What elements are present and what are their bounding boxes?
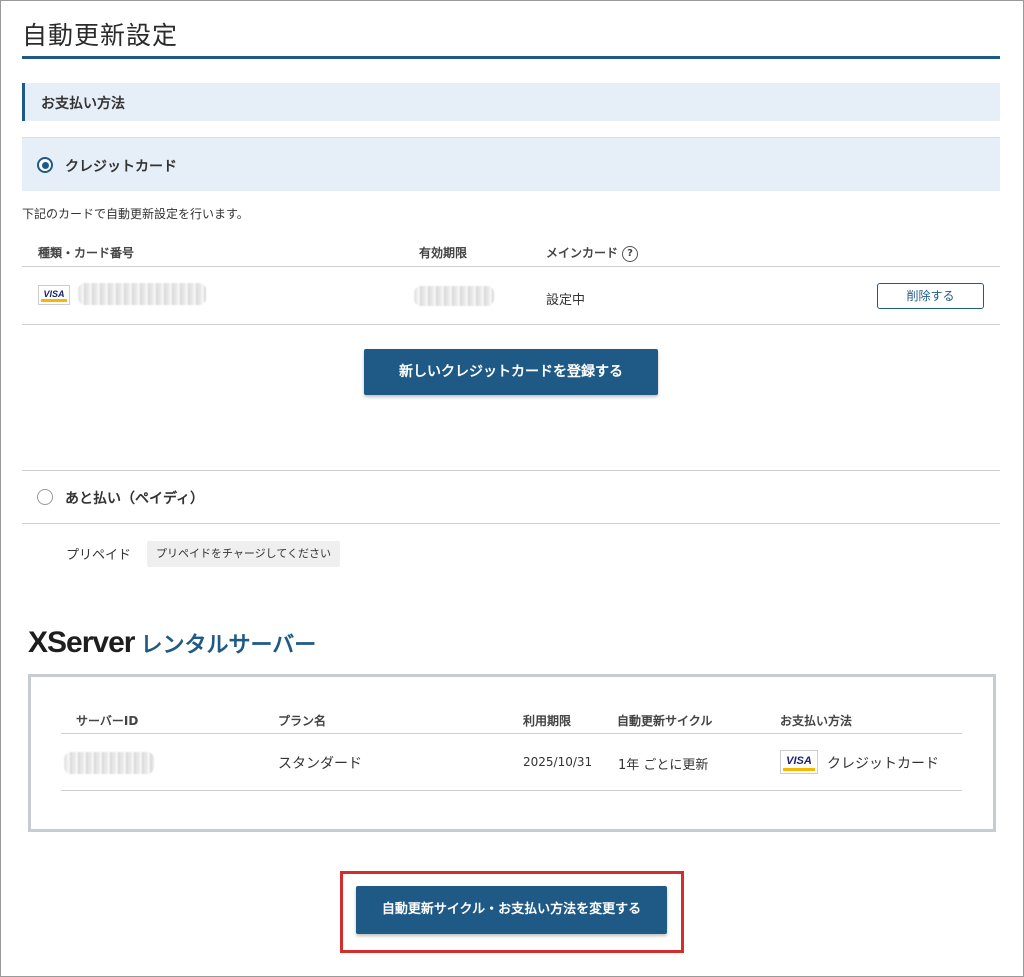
page-title: 自動更新設定 — [22, 21, 179, 50]
card-description: 下記のカードで自動更新設定を行います。 — [22, 207, 249, 221]
logo-sub: レンタルサーバー — [140, 632, 317, 657]
xserver-logo: XServer レンタルサーバー — [28, 626, 316, 660]
payment-section-heading: お支払い方法 — [22, 83, 1000, 121]
logo-main: XServer — [28, 626, 135, 659]
expiry-date: 2025/10/31 — [523, 755, 593, 769]
credit-card-option-label: クレジットカード — [65, 159, 177, 175]
credit-card-radio[interactable] — [37, 157, 53, 173]
option-divider — [22, 470, 1000, 471]
register-new-card-button[interactable]: 新しいクレジットカードを登録する — [364, 349, 658, 395]
table-divider — [22, 266, 1000, 267]
visa-logo-icon: VISA — [780, 750, 818, 778]
masked-expiry — [414, 286, 494, 306]
header-server-id: サーバーID — [76, 714, 139, 728]
main-card-header-text: メインカード — [546, 246, 619, 260]
col-header-expiry: 有効期限 — [419, 246, 468, 260]
option-divider-2 — [22, 523, 1000, 524]
header-payment: お支払い方法 — [780, 714, 853, 728]
server-table-divider — [61, 733, 962, 734]
prepaid-label: プリペイド — [66, 548, 132, 563]
header-cycle: 自動更新サイクル — [617, 714, 713, 728]
deferred-payment-radio[interactable] — [37, 489, 53, 505]
delete-card-button[interactable]: 削除する — [877, 283, 984, 309]
change-cycle-payment-button[interactable]: 自動更新サイクル・お支払い方法を変更する — [356, 886, 667, 934]
plan-name: スタンダード — [278, 756, 362, 772]
header-plan: プラン名 — [278, 714, 327, 728]
renewal-cycle: 1年 ごとに更新 — [618, 758, 709, 773]
table-bottom-divider — [22, 324, 1000, 325]
deferred-payment-label: あと払い（ペイディ） — [65, 491, 205, 507]
payment-method-text: クレジットカード — [827, 756, 939, 772]
masked-card-number — [78, 283, 206, 305]
masked-server-id — [64, 752, 154, 774]
header-expiry: 利用期限 — [523, 714, 572, 728]
credit-card-option-row[interactable]: クレジットカード — [22, 137, 1000, 191]
server-table-bottom — [61, 790, 962, 791]
prepaid-charge-button[interactable]: プリペイドをチャージしてください — [147, 541, 340, 567]
payment-heading-text: お支払い方法 — [41, 96, 125, 112]
question-circle-icon[interactable]: ? — [622, 245, 639, 262]
main-card-status: 設定中 — [546, 293, 586, 308]
title-underline — [22, 56, 1000, 59]
visa-logo-icon: VISA — [38, 285, 70, 309]
col-header-main-card: メインカード? — [546, 244, 639, 262]
col-header-card-number: 種類・カード番号 — [38, 246, 135, 260]
